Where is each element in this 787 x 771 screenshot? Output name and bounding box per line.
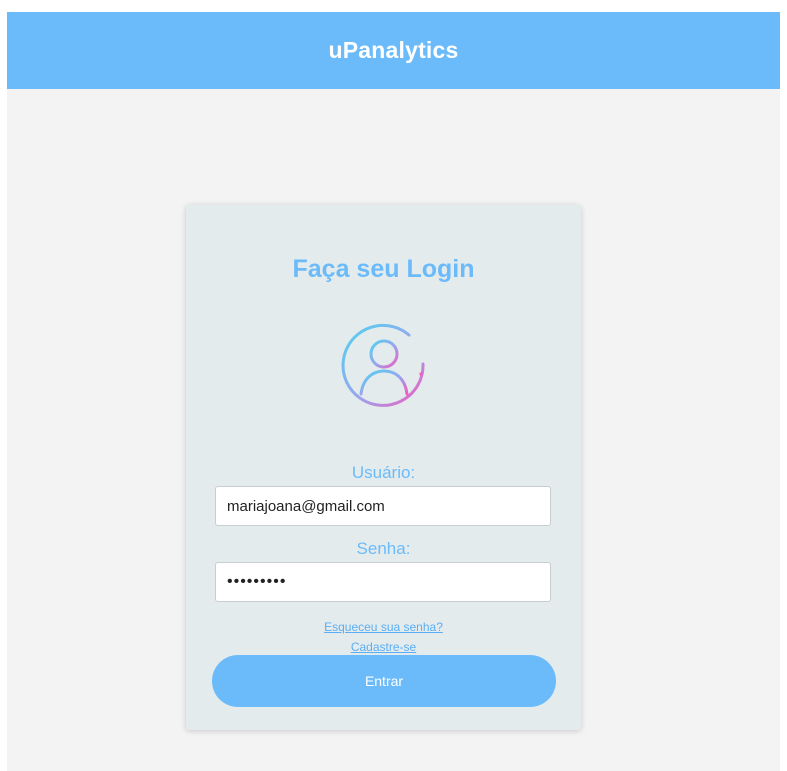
signup-row: Cadastre-se bbox=[186, 640, 581, 654]
username-input[interactable] bbox=[215, 486, 551, 526]
top-bar: uPanalytics bbox=[7, 12, 780, 89]
password-label: Senha: bbox=[356, 539, 411, 558]
login-card: Faça seu Login Usuário: Senha: Esqueceu … bbox=[186, 205, 581, 730]
page-background: uPanalytics Faça seu Login Usuário: Senh… bbox=[7, 12, 780, 771]
password-input[interactable] bbox=[215, 562, 551, 602]
forgot-password-link[interactable]: Esqueceu sua senha? bbox=[324, 620, 443, 634]
login-button[interactable]: Entrar bbox=[212, 655, 556, 707]
signup-link[interactable]: Cadastre-se bbox=[351, 640, 416, 654]
brand-title: uPanalytics bbox=[328, 37, 459, 63]
login-title: Faça seu Login bbox=[292, 255, 475, 283]
forgot-password-row: Esqueceu sua senha? bbox=[186, 620, 581, 634]
username-label: Usuário: bbox=[351, 463, 416, 482]
user-circle-icon bbox=[341, 323, 425, 407]
